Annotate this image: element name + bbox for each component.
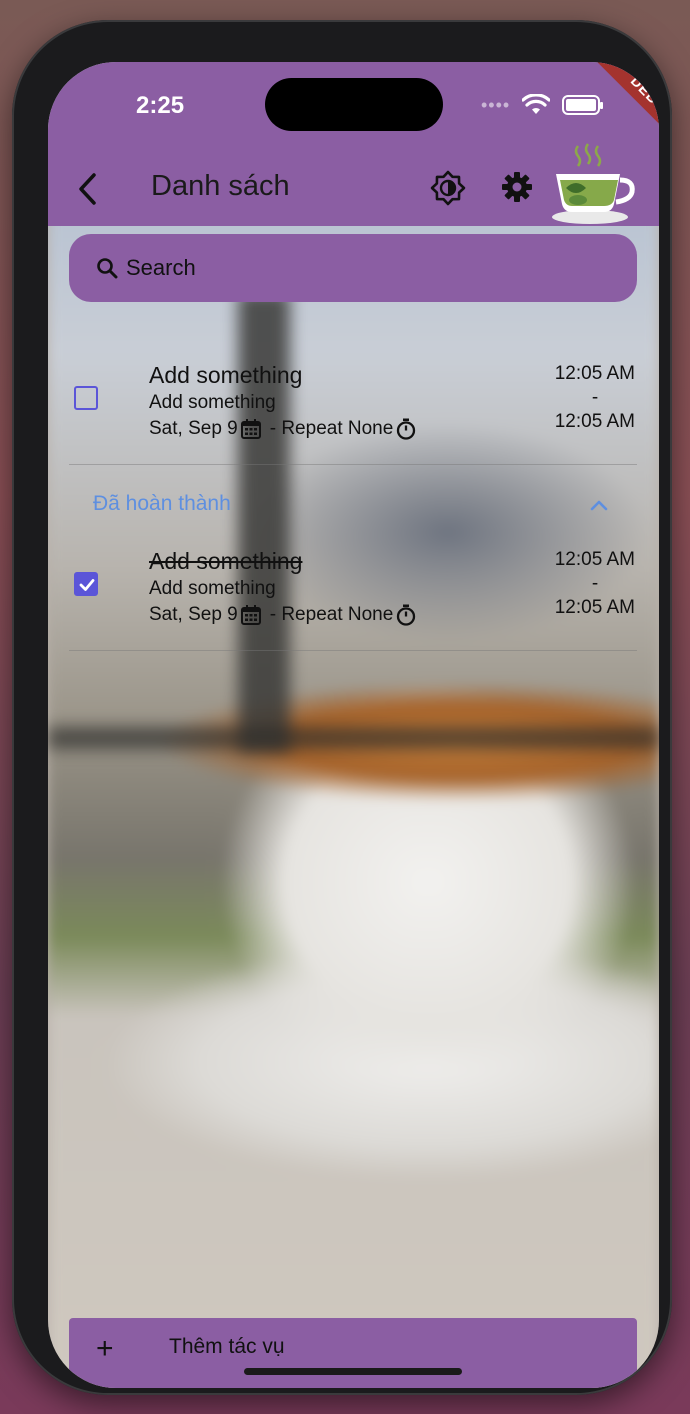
task-date: Sat, Sep 9 (149, 418, 238, 439)
status-time: 2:25 (136, 92, 185, 119)
task-time: 12:05 AM - 12:05 AM (515, 548, 635, 620)
search-field[interactable]: Search (69, 234, 637, 302)
background-rail (48, 727, 659, 749)
dynamic-island (265, 78, 443, 131)
task-title: Add something (149, 548, 303, 574)
add-task-button[interactable]: + Thêm tác vụ (69, 1318, 637, 1388)
task-meta: Sat, Sep 9 - Repeat None (149, 604, 419, 626)
phone-frame: 2:25 •••• DEBUG Danh sách Search Add som… (12, 20, 672, 1395)
add-task-label: Thêm tác vụ (169, 1335, 285, 1358)
task-start-time: 12:05 AM (554, 363, 635, 384)
timer-icon (397, 604, 416, 626)
search-placeholder: Search (126, 255, 196, 280)
tea-cup-logo (552, 143, 635, 224)
task-subtitle: Add something (149, 578, 276, 599)
divider (69, 650, 637, 651)
task-checkbox[interactable] (74, 386, 98, 410)
task-checkbox-checked[interactable] (74, 572, 98, 596)
task-end-time: 12:05 AM (554, 597, 635, 618)
chevron-up-icon[interactable] (588, 495, 610, 517)
task-subtitle: Add something (149, 392, 276, 413)
divider (69, 464, 637, 465)
task-repeat: - Repeat None (269, 418, 394, 439)
completed-task-item[interactable]: Add something Add something Sat, Sep 9 -… (69, 538, 637, 658)
status-icons: •••• (481, 92, 604, 118)
task-date: Sat, Sep 9 (149, 604, 238, 625)
calendar-icon (240, 605, 261, 625)
task-item[interactable]: Add something Add something Sat, Sep 9 -… (69, 352, 637, 472)
task-time-separator: - (591, 573, 599, 594)
task-time: 12:05 AM - 12:05 AM (515, 362, 635, 434)
app-bar: 2:25 •••• DEBUG Danh sách (48, 62, 659, 226)
completed-section-header[interactable]: Đã hoàn thành (93, 492, 231, 516)
timer-icon (397, 418, 416, 440)
task-title: Add something (149, 362, 303, 388)
home-indicator[interactable] (244, 1368, 462, 1375)
page-title: Danh sách (151, 170, 290, 202)
battery-icon (562, 95, 604, 115)
task-time-separator: - (591, 387, 599, 408)
task-end-time: 12:05 AM (554, 411, 635, 432)
app-screen: 2:25 •••• DEBUG Danh sách Search Add som… (48, 62, 659, 1388)
search-icon (97, 258, 118, 279)
brightness-toggle-icon[interactable] (430, 170, 466, 206)
settings-icon[interactable] (500, 170, 534, 204)
plus-icon: + (96, 1332, 114, 1365)
task-start-time: 12:05 AM (554, 549, 635, 570)
signal-icon: •••• (481, 94, 511, 115)
task-meta: Sat, Sep 9 - Repeat None (149, 418, 419, 440)
wifi-icon (522, 94, 551, 114)
calendar-icon (240, 419, 261, 439)
task-repeat: - Repeat None (269, 604, 394, 625)
back-button[interactable] (74, 172, 102, 206)
